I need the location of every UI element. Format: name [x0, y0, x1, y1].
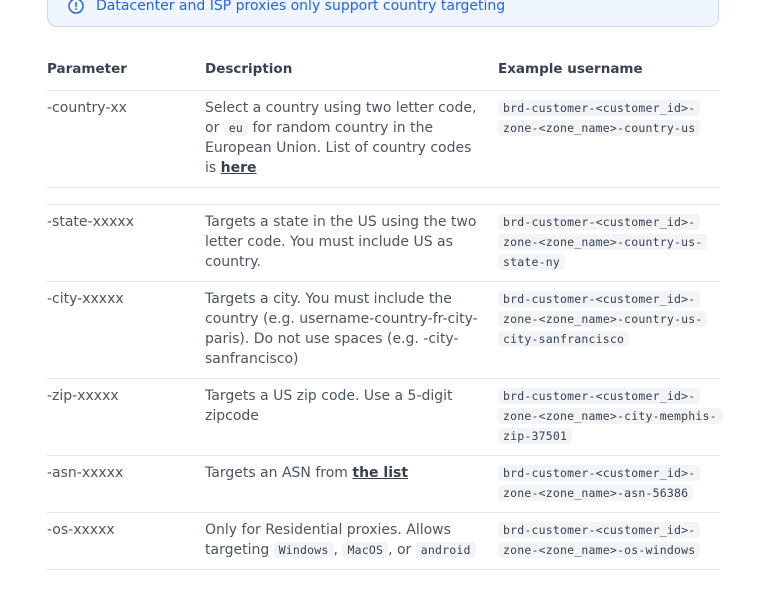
param-cell: -os-xxxxx	[47, 512, 205, 570]
header-example-username: Example username	[498, 52, 720, 91]
description-cell: Targets a US zip code. Use a 5-digit zip…	[205, 378, 498, 456]
description-cell: Select a country using two letter code, …	[205, 90, 498, 188]
targeting-parameters-table: Parameter Description Example username -…	[47, 52, 722, 570]
description-cell: Targets a state in the US using the two …	[205, 204, 498, 282]
description-cell: Only for Residential proxies. Allows tar…	[205, 512, 498, 570]
example-username-code: brd-customer-<customer_id>-zone-<zone_na…	[498, 214, 708, 270]
table-header-row: Parameter Description Example username	[47, 52, 720, 91]
example-cell: brd-customer-<customer_id>-zone-<zone_na…	[498, 512, 720, 570]
table-row: -asn-xxxxx Targets an ASN from the list …	[47, 455, 720, 513]
example-cell: brd-customer-<customer_id>-zone-<zone_na…	[498, 455, 720, 513]
example-username-code: brd-customer-<customer_id>-zone-<zone_na…	[498, 100, 701, 136]
param-cell: -city-xxxxx	[47, 281, 205, 379]
description-text: ,	[333, 542, 338, 558]
table-row: -zip-xxxxx Targets a US zip code. Use a …	[47, 378, 722, 456]
example-username-code: brd-customer-<customer_id>-zone-<zone_na…	[498, 388, 722, 444]
description-cell: Targets a city. You must include the cou…	[205, 281, 498, 379]
param-cell: -asn-xxxxx	[47, 455, 205, 513]
inline-code: MacOS	[342, 542, 389, 558]
inline-code: eu	[223, 120, 249, 136]
example-username-code: brd-customer-<customer_id>-zone-<zone_na…	[498, 522, 701, 558]
asn-list-link[interactable]: the list	[352, 465, 408, 481]
callout-text: Datacenter and ISP proxies only support …	[96, 0, 506, 14]
table-row: -city-xxxxx Targets a city. You must inc…	[47, 281, 720, 379]
description-text: Targets an ASN from	[205, 465, 348, 481]
example-cell: brd-customer-<customer_id>-zone-<zone_na…	[498, 281, 720, 379]
example-username-code: brd-customer-<customer_id>-zone-<zone_na…	[498, 291, 708, 347]
param-cell: -state-xxxxx	[47, 204, 205, 282]
header-description: Description	[205, 52, 498, 91]
example-cell: brd-customer-<customer_id>-zone-<zone_na…	[498, 90, 720, 188]
description-text: , or	[388, 542, 412, 558]
country-codes-link[interactable]: here	[221, 160, 257, 176]
description-cell: Targets an ASN from the list	[205, 455, 498, 513]
inline-code: Windows	[273, 542, 334, 558]
example-cell: brd-customer-<customer_id>-zone-<zone_na…	[498, 204, 720, 282]
info-icon	[68, 0, 84, 14]
param-cell: -zip-xxxxx	[47, 378, 205, 456]
row-spacer	[47, 187, 720, 205]
info-callout: Datacenter and ISP proxies only support …	[47, 0, 719, 27]
inline-code: android	[415, 542, 476, 558]
table-row: -state-xxxxx Targets a state in the US u…	[47, 204, 720, 282]
table-row: -os-xxxxx Only for Residential proxies. …	[47, 512, 720, 570]
header-parameter: Parameter	[47, 52, 205, 91]
example-cell: brd-customer-<customer_id>-zone-<zone_na…	[498, 378, 722, 456]
example-username-code: brd-customer-<customer_id>-zone-<zone_na…	[498, 465, 701, 501]
table-row: -country-xx Select a country using two l…	[47, 90, 720, 188]
param-cell: -country-xx	[47, 90, 205, 188]
